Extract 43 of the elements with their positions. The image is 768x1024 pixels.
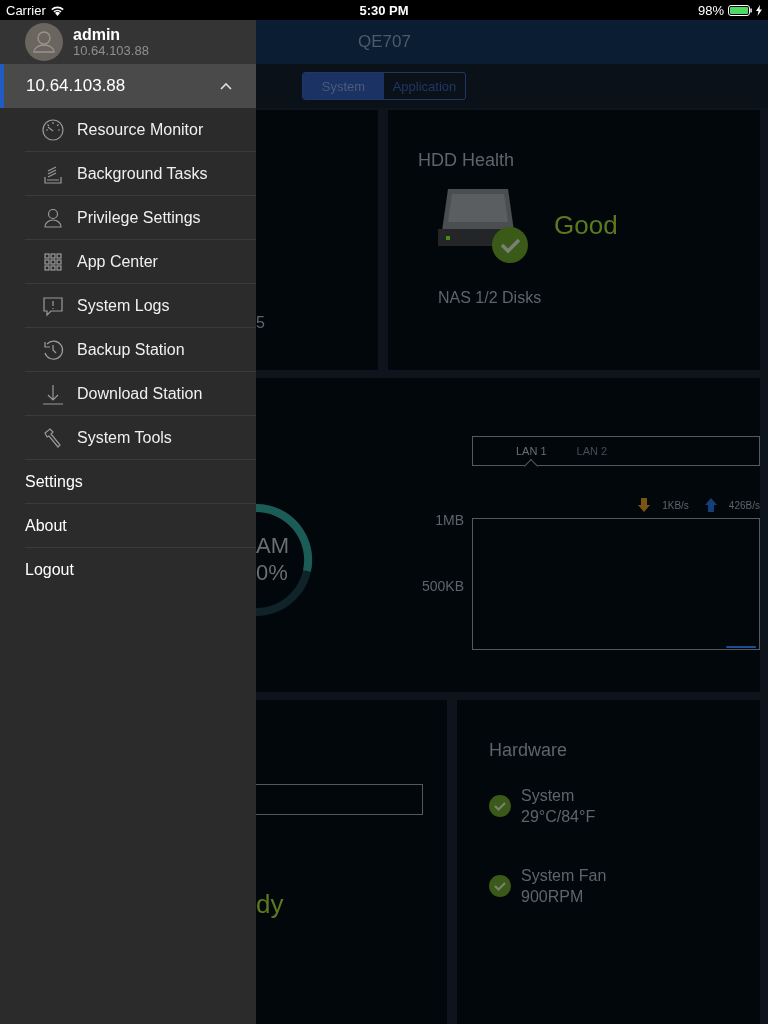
sensor-reading: 900RPM [521, 887, 585, 907]
avatar-icon [25, 23, 63, 61]
card-title: Hardware [489, 740, 569, 761]
sensor-name: System Fan [521, 866, 607, 886]
drive-check-icon [438, 187, 530, 263]
wifi-icon [49, 4, 65, 16]
battery-percent: 98% [698, 2, 724, 18]
clock-time: 5:30 PM [359, 2, 409, 18]
message-alert-icon [42, 294, 64, 317]
battery-icon [728, 4, 752, 16]
health-status: Good [554, 209, 618, 241]
gauge-label: AM [256, 532, 289, 559]
device-title: QE707 [358, 32, 411, 52]
sensor-name: System [521, 786, 576, 806]
person-icon [42, 206, 64, 229]
carrier-label: Carrier [6, 2, 46, 18]
check-icon [489, 875, 511, 897]
gauge-icon [42, 118, 64, 141]
gauge-value: 0% [256, 559, 289, 586]
check-icon [489, 795, 511, 817]
user-address: 10.64.103.88 [73, 43, 149, 58]
upload-rate: 426B/s [728, 499, 760, 511]
status-text: dy [256, 889, 285, 920]
card-text: 5 [256, 314, 265, 332]
axis-label: 500KB [421, 578, 464, 594]
arrow-up-icon [704, 498, 717, 512]
axis-label: 1MB [435, 512, 464, 528]
menu-item[interactable]: System Logs [25, 284, 256, 328]
user-name: admin [73, 26, 122, 43]
menu-item[interactable]: App Center [25, 240, 256, 284]
clock-history-icon [42, 338, 64, 361]
menu-item[interactable]: Logout [25, 548, 256, 592]
traffic-line [725, 646, 757, 648]
charging-icon [756, 4, 762, 16]
server-label: 10.64.103.88 [26, 76, 126, 96]
grid-icon [42, 250, 64, 273]
download-rate: 1KB/s [662, 499, 689, 511]
disk-count: NAS 1/2 Disks [438, 289, 543, 307]
server-row[interactable]: 10.64.103.88 [0, 64, 256, 108]
card-title: HDD Health [418, 150, 516, 171]
arrow-down-icon [638, 498, 651, 512]
sensor-reading: 29°C/84°F [521, 807, 596, 827]
download-icon [42, 382, 64, 405]
